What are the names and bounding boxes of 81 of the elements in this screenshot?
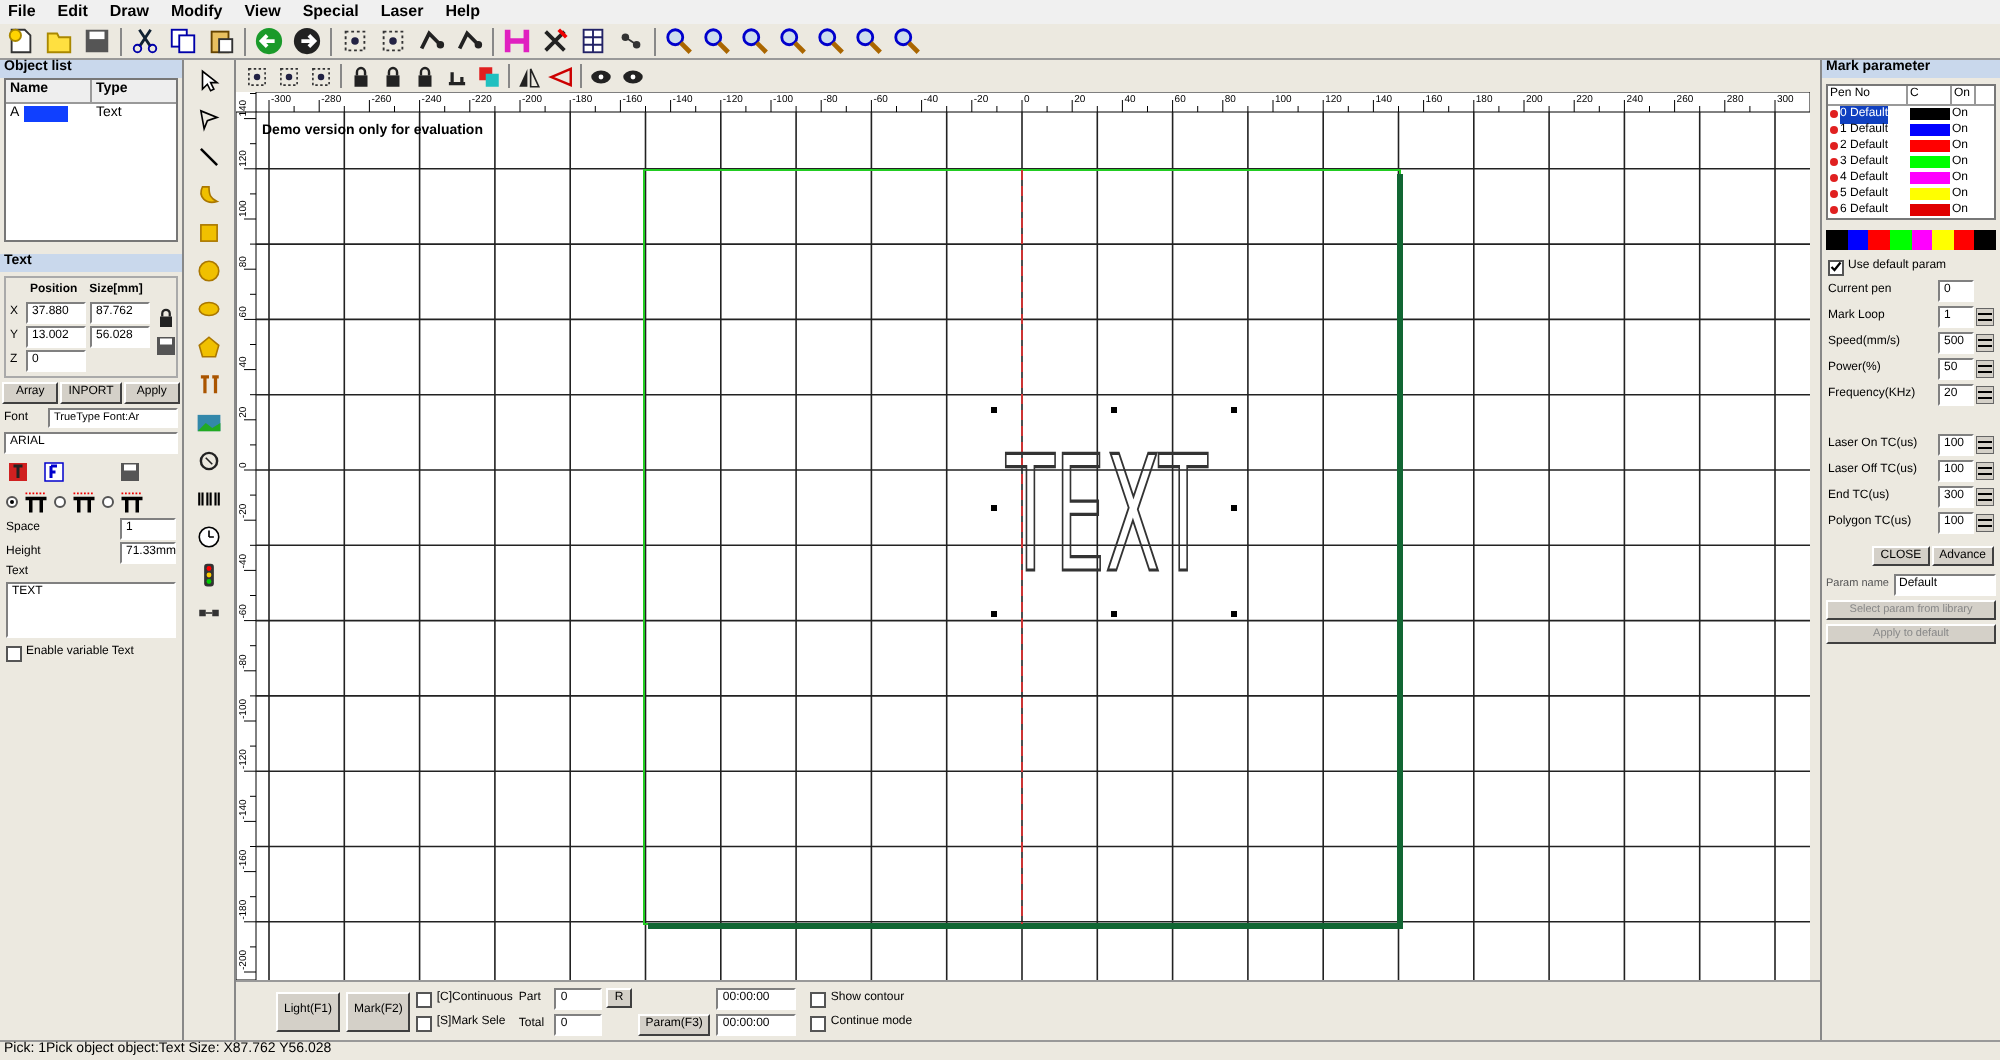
new-file-icon[interactable] [6, 26, 36, 56]
checkbox[interactable] [810, 1015, 827, 1031]
copy-icon[interactable] [168, 26, 198, 56]
menu-item[interactable]: File [8, 0, 36, 24]
checkbox[interactable] [1828, 259, 1844, 275]
zoom-icon[interactable] [740, 26, 770, 56]
spin-buttons[interactable] [1976, 308, 1994, 326]
spin-buttons[interactable] [1976, 462, 1994, 480]
zoom-icon[interactable] [664, 26, 694, 56]
pen-marker [1830, 174, 1838, 182]
polygon-icon[interactable] [196, 334, 222, 360]
grid-doc-icon[interactable] [578, 26, 608, 56]
font-icon[interactable] [6, 460, 30, 485]
circle-icon[interactable] [196, 258, 222, 284]
pen-marker [1830, 190, 1838, 198]
curve-icon[interactable] [196, 182, 222, 208]
palette-swatch[interactable] [1889, 230, 1911, 250]
spin-buttons[interactable] [1976, 514, 1994, 532]
lock-icon[interactable] [154, 306, 178, 330]
save-icon[interactable] [154, 334, 178, 358]
palette-swatch[interactable] [1953, 230, 1975, 250]
dotted-select-icon[interactable] [308, 63, 334, 89]
radio-button[interactable] [102, 496, 114, 509]
checkbox[interactable] [810, 991, 827, 1007]
zoom-icon[interactable] [778, 26, 808, 56]
palette-swatch[interactable] [1847, 230, 1869, 250]
line-icon[interactable] [196, 144, 222, 170]
selection-highlight [23, 105, 68, 122]
checkbox[interactable] [416, 991, 433, 1007]
save-icon[interactable] [118, 460, 142, 485]
menu-item[interactable]: View [244, 0, 281, 24]
dotted-select-icon[interactable] [378, 26, 408, 56]
zoom-icon[interactable] [816, 26, 846, 56]
palette-swatch[interactable] [1868, 230, 1890, 250]
radio-button[interactable] [54, 496, 66, 509]
dotted-select-icon[interactable] [276, 63, 302, 89]
menu-item[interactable]: Edit [57, 0, 88, 24]
node-edit-icon[interactable] [196, 106, 222, 132]
pen-marker [1830, 110, 1838, 118]
mirror-icon[interactable] [516, 63, 542, 89]
pen-marker [1830, 206, 1838, 214]
pen-marker [1830, 126, 1838, 134]
checkbox[interactable] [416, 1015, 433, 1031]
rectangle-icon[interactable] [196, 220, 222, 246]
layers-icon[interactable] [476, 63, 502, 89]
dotted-select-icon[interactable] [340, 26, 370, 56]
spin-buttons[interactable] [1976, 436, 1994, 454]
clock-icon[interactable] [196, 524, 222, 550]
image-icon[interactable] [196, 410, 222, 436]
palette-swatch[interactable] [1932, 230, 1954, 250]
paste-icon[interactable] [206, 26, 236, 56]
zoom-icon[interactable] [854, 26, 884, 56]
menu-item[interactable]: Draw [109, 0, 149, 24]
palette-swatch[interactable] [1911, 230, 1933, 250]
palette-swatch[interactable] [1826, 230, 1848, 250]
pointer-icon[interactable] [196, 68, 222, 94]
zoom-icon[interactable] [702, 26, 732, 56]
cross-tool-icon[interactable] [540, 26, 570, 56]
radio-button[interactable] [6, 496, 18, 509]
spin-buttons[interactable] [1976, 334, 1994, 352]
spin-buttons[interactable] [1976, 360, 1994, 378]
cut-icon[interactable] [130, 26, 160, 56]
menu-item[interactable]: Help [445, 0, 481, 24]
flip-icon[interactable] [548, 63, 574, 89]
spin-buttons[interactable] [1976, 386, 1994, 404]
align-text-icon[interactable] [118, 488, 146, 517]
save-icon[interactable] [82, 26, 112, 56]
pen-marker [1830, 158, 1838, 166]
menu-item[interactable]: Modify [170, 0, 223, 24]
ellipse-icon[interactable] [196, 296, 222, 322]
menu-item[interactable]: Laser [380, 0, 424, 24]
text-tool-icon[interactable] [196, 372, 222, 398]
align-text-icon[interactable] [70, 488, 98, 517]
palette-swatch[interactable] [1974, 230, 1996, 250]
pen-marker [1830, 142, 1838, 150]
zoom-icon[interactable] [892, 26, 922, 56]
dotted-select-icon[interactable] [244, 63, 270, 89]
align-text-icon[interactable] [22, 488, 50, 517]
spin-buttons[interactable] [1976, 488, 1994, 506]
menu-item[interactable]: Special [302, 0, 359, 24]
checkbox[interactable] [6, 645, 22, 662]
